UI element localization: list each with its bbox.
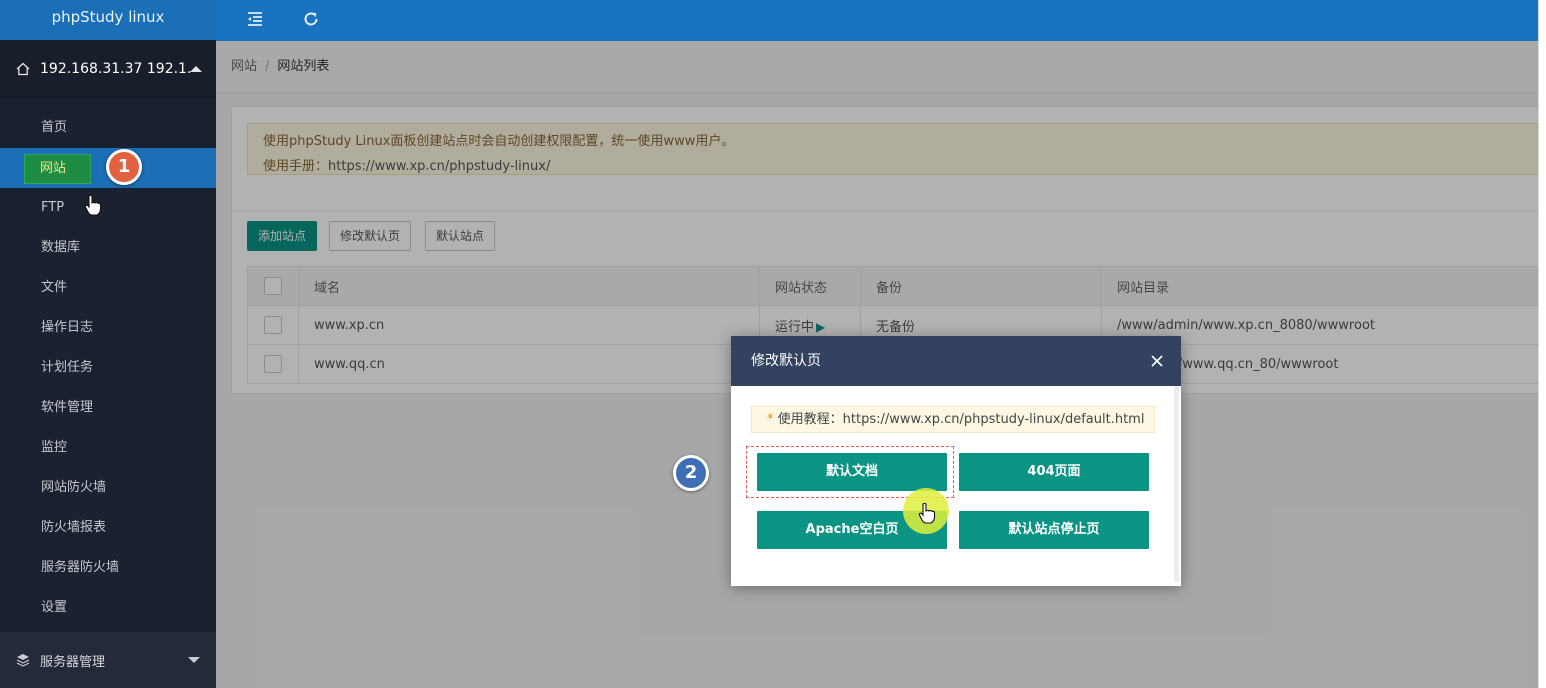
sidebar-item-logs[interactable]: 操作日志 bbox=[0, 308, 216, 348]
tip-star: * bbox=[767, 412, 774, 427]
default-document-button[interactable]: 默认文档 bbox=[757, 453, 947, 491]
sidebar-item-label: 防火墙报表 bbox=[41, 520, 107, 535]
hand-cursor-icon bbox=[918, 502, 936, 524]
sidebar-item-home[interactable]: 首页 bbox=[0, 108, 216, 148]
top-bar bbox=[216, 0, 1538, 41]
sidebar-item-label: 监控 bbox=[41, 440, 68, 455]
menu-indent-icon[interactable] bbox=[246, 10, 264, 28]
modal-title: 修改默认页 bbox=[751, 353, 821, 369]
sidebar-item-label: FTP bbox=[41, 200, 65, 215]
window-edge bbox=[1538, 0, 1546, 688]
default-site-stop-page-button[interactable]: 默认站点停止页 bbox=[959, 511, 1149, 549]
sidebar-item-label: 首页 bbox=[41, 120, 68, 135]
sidebar: phpStudy linux 192.168.31.37 192.1... 首页… bbox=[0, 0, 216, 688]
modal-header: 修改默认页 bbox=[731, 336, 1181, 386]
chevron-down-icon[interactable] bbox=[188, 657, 200, 663]
sidebar-item-cron[interactable]: 计划任务 bbox=[0, 348, 216, 388]
sidebar-item-monitor[interactable]: 监控 bbox=[0, 428, 216, 468]
sidebar-menu: 首页 网站 FTP 数据库 文件 操作日志 计划任务 软件管理 监控 网站防火墙… bbox=[0, 98, 216, 628]
sidebar-item-label: 数据库 bbox=[41, 240, 81, 255]
sidebar-item-label: 设置 bbox=[41, 600, 68, 615]
step-badge-2: 2 bbox=[673, 455, 709, 491]
sidebar-item-ftp[interactable]: FTP bbox=[0, 188, 216, 228]
sidebar-item-label: 服务器防火墙 bbox=[41, 560, 120, 575]
sidebar-item-files[interactable]: 文件 bbox=[0, 268, 216, 308]
sidebar-item-settings[interactable]: 设置 bbox=[0, 588, 216, 628]
tutorial-tip: * 使用教程：https://www.xp.cn/phpstudy-linux/… bbox=[751, 406, 1155, 433]
layers-icon bbox=[16, 654, 30, 667]
hand-cursor-icon bbox=[84, 194, 102, 216]
sidebar-item-label: 网站防火墙 bbox=[41, 480, 107, 495]
server-label: 192.168.31.37 192.1... bbox=[40, 60, 190, 77]
sidebar-item-database[interactable]: 数据库 bbox=[0, 228, 216, 268]
sidebar-item-label: 网站 bbox=[24, 154, 91, 184]
chevron-up-icon[interactable] bbox=[190, 65, 202, 72]
sidebar-item-label: 操作日志 bbox=[41, 320, 94, 335]
refresh-icon[interactable] bbox=[302, 10, 320, 28]
app-logo: phpStudy linux bbox=[0, 0, 216, 40]
404-page-button[interactable]: 404页面 bbox=[959, 453, 1149, 491]
close-icon[interactable] bbox=[1149, 353, 1165, 369]
server-management-label: 服务器管理 bbox=[40, 654, 106, 670]
sidebar-item-label: 计划任务 bbox=[41, 360, 94, 375]
step-badge-1: 1 bbox=[106, 149, 142, 185]
sidebar-item-software[interactable]: 软件管理 bbox=[0, 388, 216, 428]
sidebar-item-waf-report[interactable]: 防火墙报表 bbox=[0, 508, 216, 548]
server-selector[interactable]: 192.168.31.37 192.1... bbox=[0, 40, 216, 98]
sidebar-item-label: 软件管理 bbox=[41, 400, 94, 415]
tip-text[interactable]: 使用教程：https://www.xp.cn/phpstudy-linux/de… bbox=[778, 412, 1145, 427]
sidebar-item-waf[interactable]: 网站防火墙 bbox=[0, 468, 216, 508]
sidebar-item-server-firewall[interactable]: 服务器防火墙 bbox=[0, 548, 216, 588]
modal-scrollbar[interactable] bbox=[1174, 386, 1179, 582]
home-icon bbox=[16, 62, 30, 75]
server-management-group[interactable]: 服务器管理 bbox=[0, 632, 216, 688]
edit-default-page-modal: 修改默认页 * 使用教程：https://www.xp.cn/phpstudy-… bbox=[731, 336, 1181, 586]
sidebar-item-label: 文件 bbox=[41, 280, 68, 295]
